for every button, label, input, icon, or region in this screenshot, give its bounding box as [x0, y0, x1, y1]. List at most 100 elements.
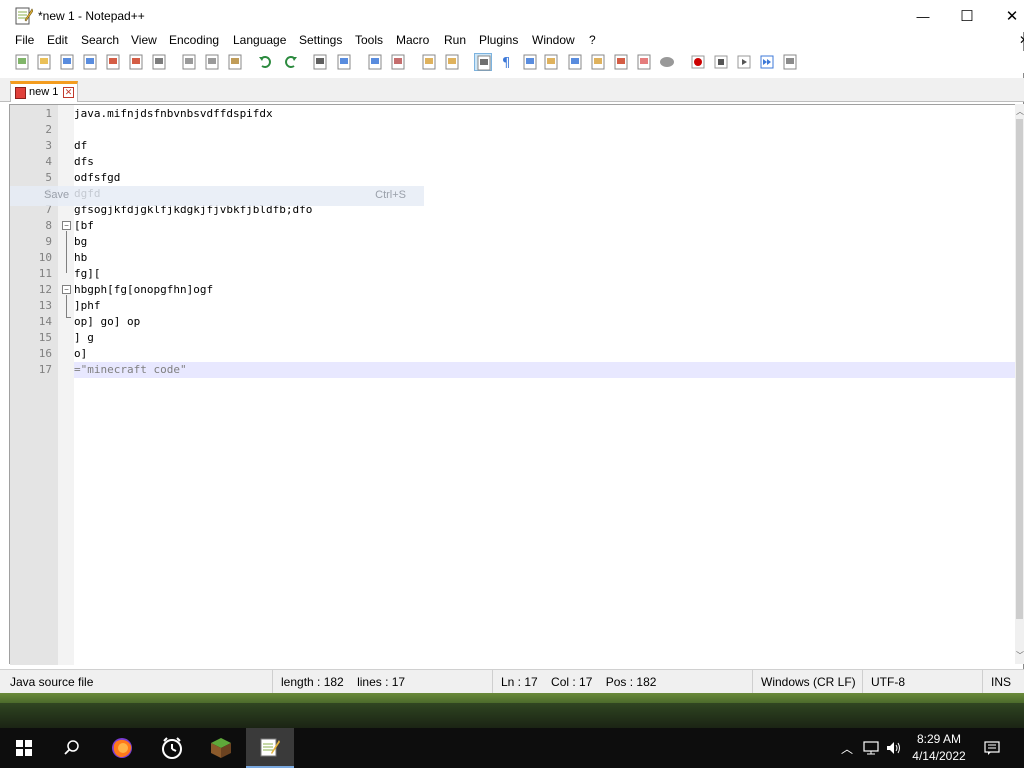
menu-run[interactable]: Run	[444, 33, 466, 47]
taskbar-clock[interactable]: 8:29 AM 4/14/2022	[905, 731, 973, 765]
taskbar-minecraft[interactable]	[197, 728, 245, 768]
network-icon[interactable]	[861, 728, 881, 768]
status-insert-mode: INS	[982, 670, 1024, 694]
status-pos: Pos : 182	[605, 675, 657, 689]
tab-new-1[interactable]: new 1 ✕	[10, 81, 78, 102]
clock-app-icon	[162, 737, 182, 759]
zoom-out-icon[interactable]	[389, 53, 407, 71]
menu-encoding[interactable]: Encoding	[169, 33, 219, 47]
taskbar-notepadpp[interactable]	[246, 728, 294, 768]
close-all-icon[interactable]	[127, 53, 145, 71]
fold-end-line	[66, 317, 71, 318]
redo-icon[interactable]	[281, 53, 299, 71]
stop-macro-icon[interactable]	[712, 53, 730, 71]
svg-text:¶: ¶	[502, 56, 510, 71]
code-line[interactable]: ] g	[74, 331, 94, 344]
function-list-icon[interactable]	[566, 53, 584, 71]
menu-window[interactable]: Window	[532, 33, 575, 47]
zoom-in-icon[interactable]	[366, 53, 384, 71]
save-all-icon[interactable]	[81, 53, 99, 71]
run-macro-multiple-icon[interactable]	[758, 53, 776, 71]
cut-icon[interactable]	[180, 53, 198, 71]
menu-help[interactable]: ?	[589, 33, 596, 47]
open-file-icon[interactable]	[35, 53, 53, 71]
print-icon[interactable]	[150, 53, 168, 71]
code-line[interactable]: java.mifnjdsfnbvnbsvdffdspifdx	[74, 107, 273, 120]
doc-list-icon[interactable]	[635, 53, 653, 71]
menu-search[interactable]: Search	[81, 33, 119, 47]
code-line[interactable]: o]	[74, 347, 87, 360]
menu-tools[interactable]: Tools	[355, 33, 383, 47]
sync-vertical-icon[interactable]	[420, 53, 438, 71]
doc-map-icon[interactable]	[542, 53, 560, 71]
taskbar-clock-app[interactable]	[148, 728, 196, 768]
show-all-chars-icon[interactable]: ¶	[497, 53, 515, 71]
clock-time: 8:29 AM	[916, 732, 962, 746]
maximize-button[interactable]: ☐	[944, 0, 990, 32]
menu-settings[interactable]: Settings	[299, 33, 342, 47]
code-line[interactable]: hbgph[fg[onopgfhn]ogf	[74, 283, 213, 296]
volume-icon[interactable]	[884, 728, 904, 768]
line-number: 14	[38, 315, 52, 328]
unsaved-file-icon	[15, 87, 26, 99]
status-col: Col : 17	[551, 675, 593, 689]
code-line[interactable]: bg	[74, 235, 87, 248]
paste-icon[interactable]	[226, 53, 244, 71]
play-macro-icon[interactable]	[735, 53, 753, 71]
code-line[interactable]: hb	[74, 251, 87, 264]
start-button[interactable]	[0, 728, 48, 768]
scroll-down-icon[interactable]: ﹀	[1016, 650, 1024, 661]
scroll-up-icon[interactable]: ︿	[1016, 106, 1024, 117]
menu-file[interactable]: File	[15, 33, 34, 47]
menu-edit[interactable]: Edit	[47, 33, 68, 47]
line-number: 17	[38, 363, 52, 376]
code-line[interactable]: ="minecraft code"	[74, 363, 187, 376]
menu-language[interactable]: Language	[233, 33, 286, 47]
word-wrap-icon[interactable]	[474, 53, 492, 71]
close-icon[interactable]	[104, 53, 122, 71]
fold-line	[66, 231, 67, 273]
monitoring-icon[interactable]	[658, 53, 676, 71]
notepadpp-window: *new 1 - Notepad++ — ☐ ✕ File Edit Searc…	[0, 0, 1024, 703]
fold-toggle-icon[interactable]: −	[62, 221, 71, 230]
record-macro-icon[interactable]	[689, 53, 707, 71]
code-line[interactable]: df	[74, 139, 87, 152]
line-number: 5	[45, 171, 52, 184]
menu-plugins[interactable]: Plugins	[479, 33, 518, 47]
title-bar[interactable]: *new 1 - Notepad++ — ☐ ✕	[0, 0, 1024, 32]
user-lang-icon[interactable]	[589, 53, 607, 71]
minimize-button[interactable]: —	[900, 0, 946, 32]
search-icon	[64, 740, 79, 755]
tab-close-icon[interactable]: ✕	[63, 87, 74, 98]
close-button[interactable]: ✕	[989, 0, 1024, 32]
code-line[interactable]: ]phf	[74, 299, 101, 312]
sync-horizontal-icon[interactable]	[443, 53, 461, 71]
taskbar-firefox[interactable]	[98, 728, 146, 768]
close-document-icon[interactable]: ✕	[1019, 33, 1024, 47]
taskbar-search-button[interactable]	[48, 728, 96, 768]
code-line[interactable]: dfs	[74, 155, 94, 168]
save-icon[interactable]	[58, 53, 76, 71]
code-line[interactable]: odfsfgd	[74, 171, 120, 184]
replace-icon[interactable]	[335, 53, 353, 71]
copy-icon[interactable]	[203, 53, 221, 71]
vertical-scrollbar[interactable]: ︿ ﹀	[1015, 104, 1024, 664]
folder-workspace-icon[interactable]	[612, 53, 630, 71]
new-file-icon[interactable]	[13, 53, 31, 71]
undo-icon[interactable]	[257, 53, 275, 71]
fold-toggle-icon[interactable]: −	[62, 285, 71, 294]
menu-bar: File Edit Search View Encoding Language …	[0, 32, 1024, 50]
status-eol[interactable]: Windows (CR LF)	[752, 670, 862, 694]
status-encoding[interactable]: UTF-8	[862, 670, 984, 694]
code-line[interactable]: op] go] op	[74, 315, 140, 328]
scrollbar-thumb[interactable]	[1016, 119, 1023, 619]
code-line[interactable]: [bf	[74, 219, 94, 232]
tray-overflow-icon[interactable]: ︿	[838, 728, 856, 768]
save-macro-icon[interactable]	[781, 53, 799, 71]
notifications-icon[interactable]	[980, 728, 1004, 768]
menu-view[interactable]: View	[131, 33, 157, 47]
indent-guide-icon[interactable]	[521, 53, 539, 71]
code-line[interactable]: fg][	[74, 267, 101, 280]
find-icon[interactable]	[311, 53, 329, 71]
menu-macro[interactable]: Macro	[396, 33, 429, 47]
